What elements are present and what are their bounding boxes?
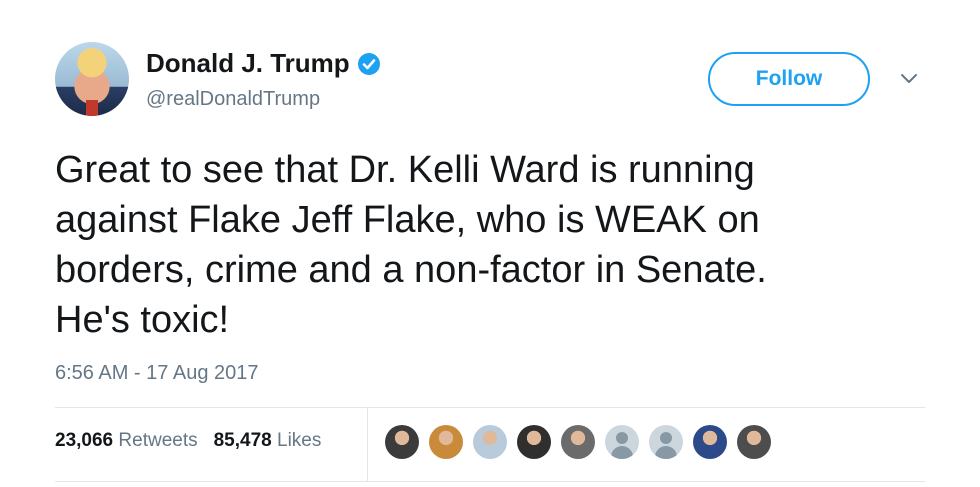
- tweet-timestamp[interactable]: 6:56 AM - 17 Aug 2017: [55, 362, 259, 385]
- chevron-down-icon[interactable]: [900, 72, 918, 90]
- display-name[interactable]: Donald J. Trump: [146, 48, 350, 79]
- name-row: Donald J. Trump: [146, 48, 380, 79]
- liker-avatar[interactable]: [517, 425, 551, 459]
- liker-avatar[interactable]: [737, 425, 771, 459]
- liker-avatars: [385, 425, 771, 459]
- liker-avatar[interactable]: [561, 425, 595, 459]
- likes-count: 85,478: [213, 430, 272, 451]
- retweets-stat[interactable]: 23,066 Retweets: [55, 430, 198, 452]
- retweets-label: Retweets: [118, 430, 198, 451]
- user-handle[interactable]: @realDonaldTrump: [146, 88, 320, 111]
- verified-badge-icon: [357, 52, 380, 75]
- retweets-count: 23,066: [55, 430, 114, 451]
- liker-avatar[interactable]: [649, 425, 683, 459]
- follow-button[interactable]: Follow: [708, 52, 870, 106]
- liker-avatar[interactable]: [385, 425, 419, 459]
- likes-label: Likes: [277, 430, 322, 451]
- liker-avatar[interactable]: [605, 425, 639, 459]
- divider-top: [55, 407, 925, 408]
- profile-avatar[interactable]: [55, 42, 129, 116]
- stats-separator: [367, 407, 368, 481]
- divider-bottom: [55, 481, 925, 482]
- tweet-stats: 23,066 Retweets 85,478 Likes: [55, 430, 321, 452]
- tweet-text: Great to see that Dr. Kelli Ward is runn…: [55, 149, 767, 341]
- likes-stat[interactable]: 85,478 Likes: [214, 430, 322, 452]
- liker-avatar[interactable]: [693, 425, 727, 459]
- liker-avatar[interactable]: [429, 425, 463, 459]
- liker-avatar[interactable]: [473, 425, 507, 459]
